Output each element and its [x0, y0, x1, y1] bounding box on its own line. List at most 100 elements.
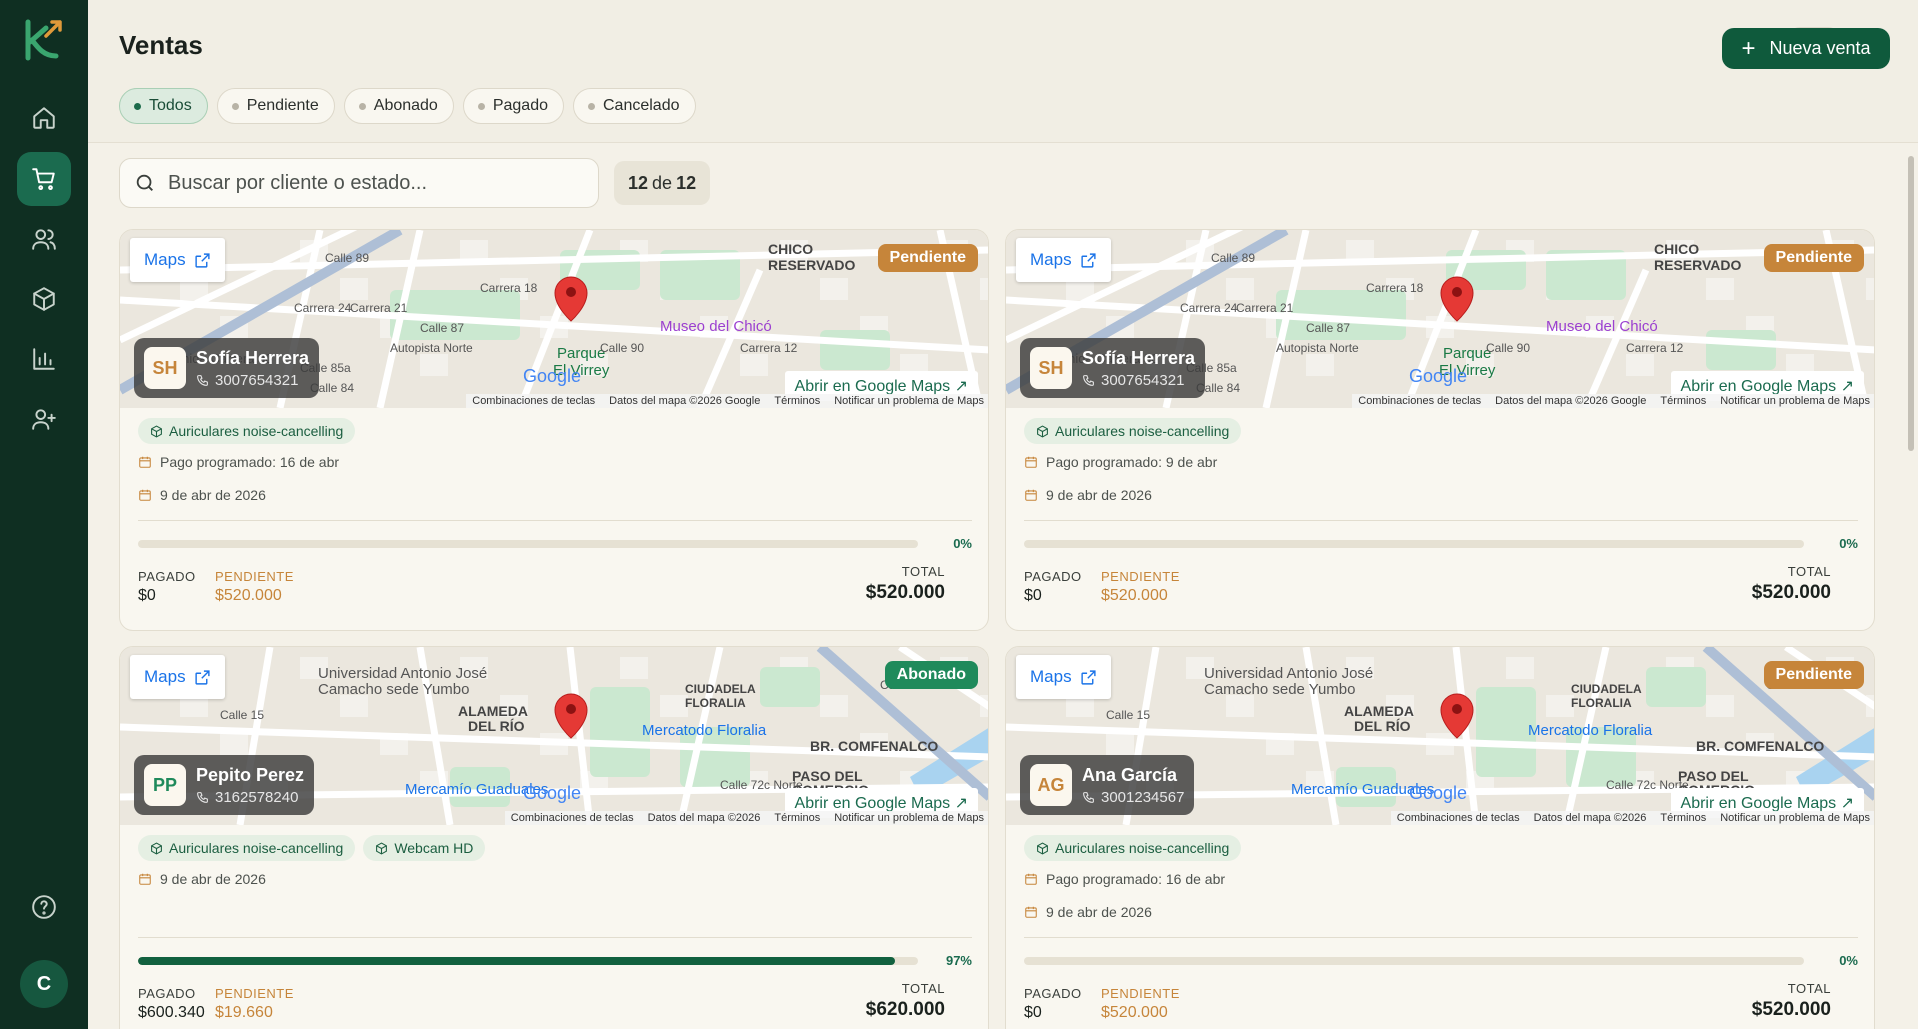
- map-shortcuts-link[interactable]: Combinaciones de teclas: [511, 812, 634, 824]
- map-label: Mercatodo Floralia: [642, 722, 767, 739]
- map-label: Calle 87: [420, 321, 464, 335]
- sale-card-1[interactable]: CHICO RESERVADO Museo del Chicó Parque El Vi…: [1005, 229, 1875, 631]
- map-block: [1866, 278, 1874, 300]
- maps-link[interactable]: Maps: [1016, 238, 1111, 282]
- map-terms-link[interactable]: Términos: [774, 395, 820, 407]
- filter-pendiente[interactable]: Pendiente: [216, 88, 335, 124]
- map-label: Calle 90: [600, 341, 644, 355]
- map-label: CHICO: [768, 241, 813, 257]
- nav-home[interactable]: [17, 91, 71, 145]
- map-label: Calle 90: [1486, 341, 1530, 355]
- sale-card-3[interactable]: Universidad Antonio José Camacho sede Yum…: [1005, 646, 1875, 1029]
- scrollbar[interactable]: [1906, 146, 1916, 1029]
- total-amount: $520.000: [1751, 582, 1831, 603]
- map-report-link[interactable]: Notificar un problema de Maps: [834, 395, 984, 407]
- scroll-thumb[interactable]: [1908, 156, 1914, 451]
- sidebar: C: [0, 0, 88, 1029]
- scheduled-payment: Pago programado: 16 de abr: [138, 454, 339, 470]
- nav-sales[interactable]: [17, 152, 71, 206]
- maps-link[interactable]: Maps: [1016, 655, 1111, 699]
- product-list: Auriculares noise-cancelling: [138, 418, 356, 444]
- plus-icon: +: [1741, 34, 1756, 62]
- map-data-label: Datos del mapa ©2026: [647, 812, 761, 824]
- filter-abonado[interactable]: Abonado: [343, 88, 454, 124]
- client-info: PP Pepito Perez 3162578240: [134, 755, 315, 815]
- product-name: Auriculares noise-cancelling: [169, 840, 344, 856]
- map-label: Calle 89: [325, 251, 369, 265]
- total-label: TOTAL: [1787, 981, 1831, 996]
- map-block: [1506, 657, 1534, 679]
- map-shortcuts-link[interactable]: Combinaciones de teclas: [1358, 395, 1481, 407]
- client-phone: 3001234567: [1101, 788, 1185, 806]
- client-avatar: AG: [1030, 764, 1072, 806]
- status-badge: Abonado: [884, 661, 978, 689]
- total-label: TOTAL: [901, 981, 945, 996]
- nav-add-user[interactable]: [17, 392, 71, 446]
- nav-reports[interactable]: [17, 332, 71, 386]
- phone-icon: [197, 374, 208, 386]
- nav-help[interactable]: [17, 880, 71, 934]
- maps-link-label: Maps: [144, 667, 186, 686]
- maps-link[interactable]: Maps: [130, 655, 225, 699]
- pending-label: PENDIENTE: [1101, 986, 1180, 1001]
- sale-card-0[interactable]: CHICO RESERVADO Museo del Chicó Parque El Vi…: [119, 229, 989, 631]
- map-shortcuts-link[interactable]: Combinaciones de teclas: [472, 395, 595, 407]
- product-name: Webcam HD: [394, 840, 474, 856]
- map-report-link[interactable]: Notificar un problema de Maps: [1720, 812, 1870, 824]
- search-input[interactable]: [168, 171, 568, 195]
- map-label: DEL RÍO: [1354, 718, 1411, 734]
- client-info: AG Ana García 3001234567: [1020, 755, 1195, 815]
- filter-pagado[interactable]: Pagado: [462, 88, 564, 124]
- box-icon: [376, 841, 388, 855]
- user-avatar[interactable]: C: [20, 960, 68, 1008]
- map-label: Museo del Chicó: [1546, 318, 1658, 335]
- product-chip: Auriculares noise-cancelling: [138, 418, 356, 444]
- map-label: Carrera 12: [1626, 341, 1684, 355]
- sale-date-text: 9 de abr de 2026: [1046, 487, 1152, 503]
- nav-products[interactable]: [17, 272, 71, 326]
- nav-clients[interactable]: [17, 212, 71, 266]
- status-badge: Pendiente: [877, 244, 978, 272]
- map-block: [420, 354, 448, 376]
- map-label: Carrera 24: [1180, 301, 1238, 315]
- map-label: RESERVADO: [768, 257, 856, 273]
- map-preview[interactable]: CHICO RESERVADO Museo del Chicó Parque El Vi…: [120, 230, 988, 408]
- map-label: Calle 89: [1211, 251, 1255, 265]
- page-header: Ventas Todos Pendiente Abonado Pagado Ca…: [88, 0, 1918, 143]
- map-label: Autopista Norte: [390, 341, 473, 355]
- map-terms-link[interactable]: Términos: [1660, 812, 1706, 824]
- sale-card-2[interactable]: Universidad Antonio José Camacho sede Yum…: [119, 646, 989, 1029]
- filter-todos[interactable]: Todos: [119, 88, 208, 124]
- filter-cancelado[interactable]: Cancelado: [573, 88, 696, 124]
- map-label: ALAMEDA: [458, 703, 528, 719]
- map-terms-link[interactable]: Términos: [774, 812, 820, 824]
- map-preview[interactable]: Universidad Antonio José Camacho sede Yum…: [120, 647, 988, 825]
- payment-progress-label: 0%: [1839, 536, 1858, 551]
- maps-link[interactable]: Maps: [130, 238, 225, 282]
- map-report-link[interactable]: Notificar un problema de Maps: [834, 812, 984, 824]
- map-block: [620, 657, 648, 679]
- box-icon: [151, 424, 162, 438]
- brand-logo-icon[interactable]: [22, 18, 66, 62]
- map-preview[interactable]: Universidad Antonio José Camacho sede Yum…: [1006, 647, 1874, 825]
- map-label: Calle 15: [1106, 708, 1150, 722]
- map-label: RESERVADO: [1654, 257, 1742, 273]
- map-report-link[interactable]: Notificar un problema de Maps: [1720, 395, 1870, 407]
- map-preview[interactable]: CHICO RESERVADO Museo del Chicó Parque El Vi…: [1006, 230, 1874, 408]
- result-total: 12: [676, 172, 697, 193]
- filter-dot: [231, 102, 239, 110]
- calendar-icon: [1025, 873, 1037, 885]
- map-block: [660, 695, 688, 717]
- paid-amount: $0: [138, 587, 156, 604]
- maps-link-label: Maps: [144, 250, 186, 269]
- map-label: Autopista Norte: [1276, 341, 1359, 355]
- paid-label: PAGADO: [1024, 569, 1082, 584]
- maps-link-label: Maps: [1030, 250, 1072, 269]
- cart-icon: [32, 168, 55, 191]
- map-park: [760, 667, 820, 707]
- google-wordmark: Google: [1409, 366, 1467, 386]
- product-chip: Auriculares noise-cancelling: [1024, 835, 1242, 861]
- new-sale-button[interactable]: + Nueva venta: [1722, 28, 1890, 69]
- map-shortcuts-link[interactable]: Combinaciones de teclas: [1397, 812, 1520, 824]
- map-terms-link[interactable]: Términos: [1660, 395, 1706, 407]
